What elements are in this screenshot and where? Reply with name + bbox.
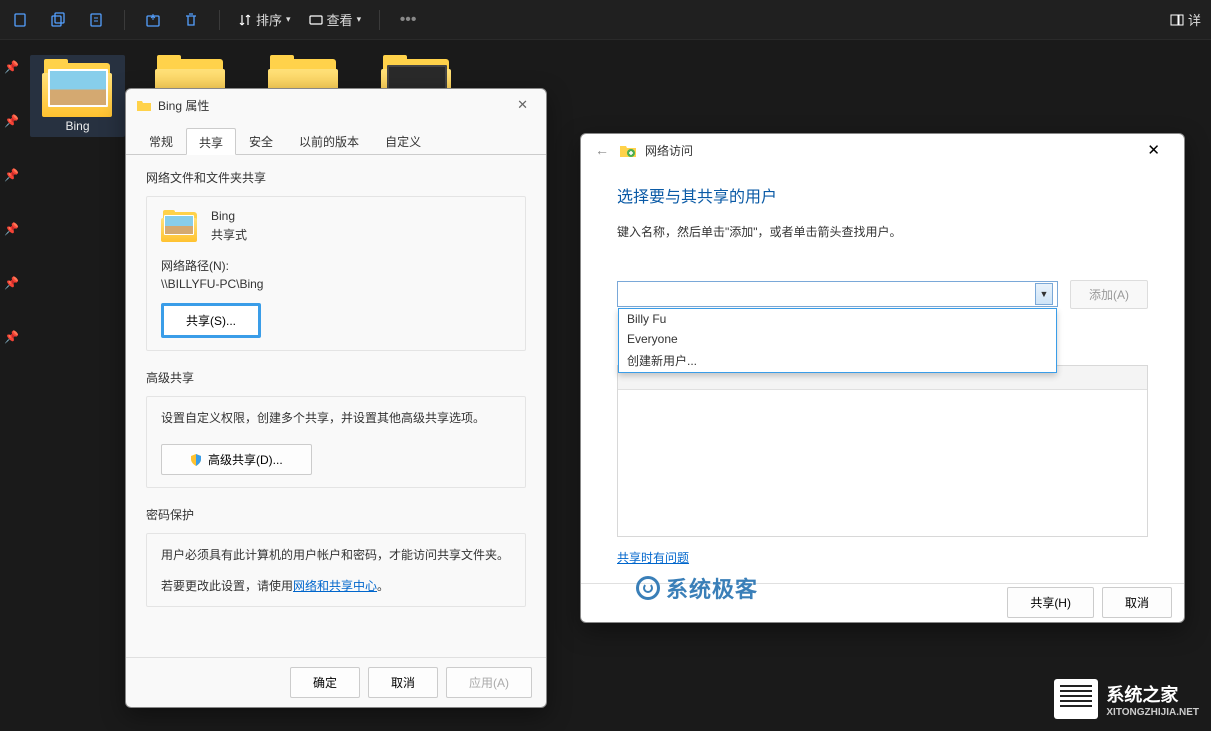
paste-icon[interactable]	[86, 10, 106, 30]
pin-icon[interactable]: 📌	[0, 310, 20, 364]
dialog-title: Bing 属性	[158, 97, 209, 114]
pin-icon[interactable]: 📌	[0, 94, 20, 148]
network-center-link[interactable]: 网络和共享中心	[293, 579, 377, 593]
folder-label: Bing	[65, 119, 89, 133]
folder-icon	[136, 97, 152, 113]
view-button[interactable]: 查看 ▾	[309, 10, 362, 29]
network-access-dialog: ← 网络访问 ✕ 选择要与其共享的用户 键入名称，然后单击"添加"，或者单击箭头…	[580, 133, 1185, 623]
ok-button[interactable]: 确定	[290, 667, 360, 698]
dropdown-item[interactable]: Billy Fu	[619, 309, 1056, 329]
user-input[interactable]	[622, 282, 1035, 306]
dropdown-item[interactable]: Everyone	[619, 329, 1056, 349]
add-button[interactable]: 添加(A)	[1070, 280, 1148, 309]
share-heading: 选择要与其共享的用户	[617, 183, 1148, 207]
section-text: 若要更改此设置，请使用网络和共享中心。	[161, 577, 511, 594]
sort-button[interactable]: 排序 ▾	[238, 10, 291, 29]
nav-sidebar: 📌 📌 📌 📌 📌 📌	[0, 40, 20, 731]
section-text: 用户必须具有此计算机的用户帐户和密码，才能访问共享文件夹。	[161, 546, 511, 563]
folder-icon	[42, 59, 114, 115]
share-help-link[interactable]: 共享时有问题	[617, 549, 689, 566]
share-icon[interactable]	[143, 10, 163, 30]
copy-icon[interactable]	[48, 10, 68, 30]
watermark: 系统之家 XITONGZHIJIA.NET	[1054, 679, 1199, 719]
cancel-button[interactable]: 取消	[368, 667, 438, 698]
folder-item-bing[interactable]: Bing	[30, 55, 125, 137]
tab-sharing[interactable]: 共享	[186, 128, 236, 155]
dialog-titlebar: Bing 属性 ✕	[126, 89, 546, 121]
details-button[interactable]: 详	[1170, 10, 1201, 29]
tab-security[interactable]: 安全	[236, 127, 286, 154]
advanced-share-button[interactable]: 高级共享(D)...	[161, 444, 312, 475]
tab-previous-versions[interactable]: 以前的版本	[286, 127, 372, 154]
properties-dialog: Bing 属性 ✕ 常规 共享 安全 以前的版本 自定义 网络文件和文件夹共享 …	[125, 88, 547, 708]
back-button[interactable]: ←	[595, 142, 609, 158]
shield-icon	[190, 454, 202, 466]
path-value: \\BILLYFU-PC\Bing	[161, 277, 511, 291]
folder-icon	[161, 210, 199, 242]
section-heading: 密码保护	[146, 506, 526, 523]
user-dropdown: Billy Fu Everyone 创建新用户...	[618, 308, 1057, 373]
user-list[interactable]	[617, 365, 1148, 537]
cut-icon[interactable]	[10, 10, 30, 30]
watermark: 系统极客	[636, 572, 758, 604]
logo-icon	[1054, 679, 1098, 719]
pin-icon[interactable]: 📌	[0, 40, 20, 94]
tab-general[interactable]: 常规	[136, 127, 186, 154]
overflow-icon[interactable]: •••	[398, 10, 418, 30]
adv-share-label: 高级共享(D)...	[208, 451, 283, 468]
apply-button[interactable]: 应用(A)	[446, 667, 532, 698]
user-combobox[interactable]: ▼ Billy Fu Everyone 创建新用户...	[617, 281, 1058, 307]
pin-icon[interactable]: 📌	[0, 256, 20, 310]
section-desc: 设置自定义权限，创建多个共享，并设置其他高级共享选项。	[161, 409, 511, 426]
close-button[interactable]: ✕	[1137, 135, 1170, 165]
explorer-toolbar: 排序 ▾ 查看 ▾ ••• 详	[0, 0, 1211, 40]
tab-customize[interactable]: 自定义	[372, 127, 434, 154]
view-label: 查看	[327, 10, 353, 29]
share-hint: 键入名称，然后单击"添加"，或者单击箭头查找用户。	[617, 223, 1148, 240]
close-button[interactable]: ✕	[509, 93, 536, 117]
tab-strip: 常规 共享 安全 以前的版本 自定义	[126, 127, 546, 155]
dialog-title: 网络访问	[645, 142, 693, 159]
details-label: 详	[1188, 10, 1201, 29]
dialog-titlebar: ← 网络访问 ✕	[581, 134, 1184, 167]
folder-name: Bing	[211, 209, 247, 223]
share-button[interactable]: 共享(S)...	[161, 303, 261, 338]
cancel-button[interactable]: 取消	[1102, 587, 1172, 618]
section-heading: 高级共享	[146, 369, 526, 386]
pin-icon[interactable]: 📌	[0, 202, 20, 256]
folder-share-icon	[619, 141, 637, 159]
pin-icon[interactable]: 📌	[0, 148, 20, 202]
dropdown-item[interactable]: 创建新用户...	[619, 349, 1056, 372]
chevron-down-icon[interactable]: ▼	[1035, 283, 1053, 305]
path-label: 网络路径(N):	[161, 257, 511, 274]
share-confirm-button[interactable]: 共享(H)	[1007, 587, 1094, 618]
sort-label: 排序	[256, 10, 282, 29]
share-status: 共享式	[211, 226, 247, 243]
delete-icon[interactable]	[181, 10, 201, 30]
logo-icon	[636, 576, 660, 600]
section-heading: 网络文件和文件夹共享	[146, 169, 526, 186]
